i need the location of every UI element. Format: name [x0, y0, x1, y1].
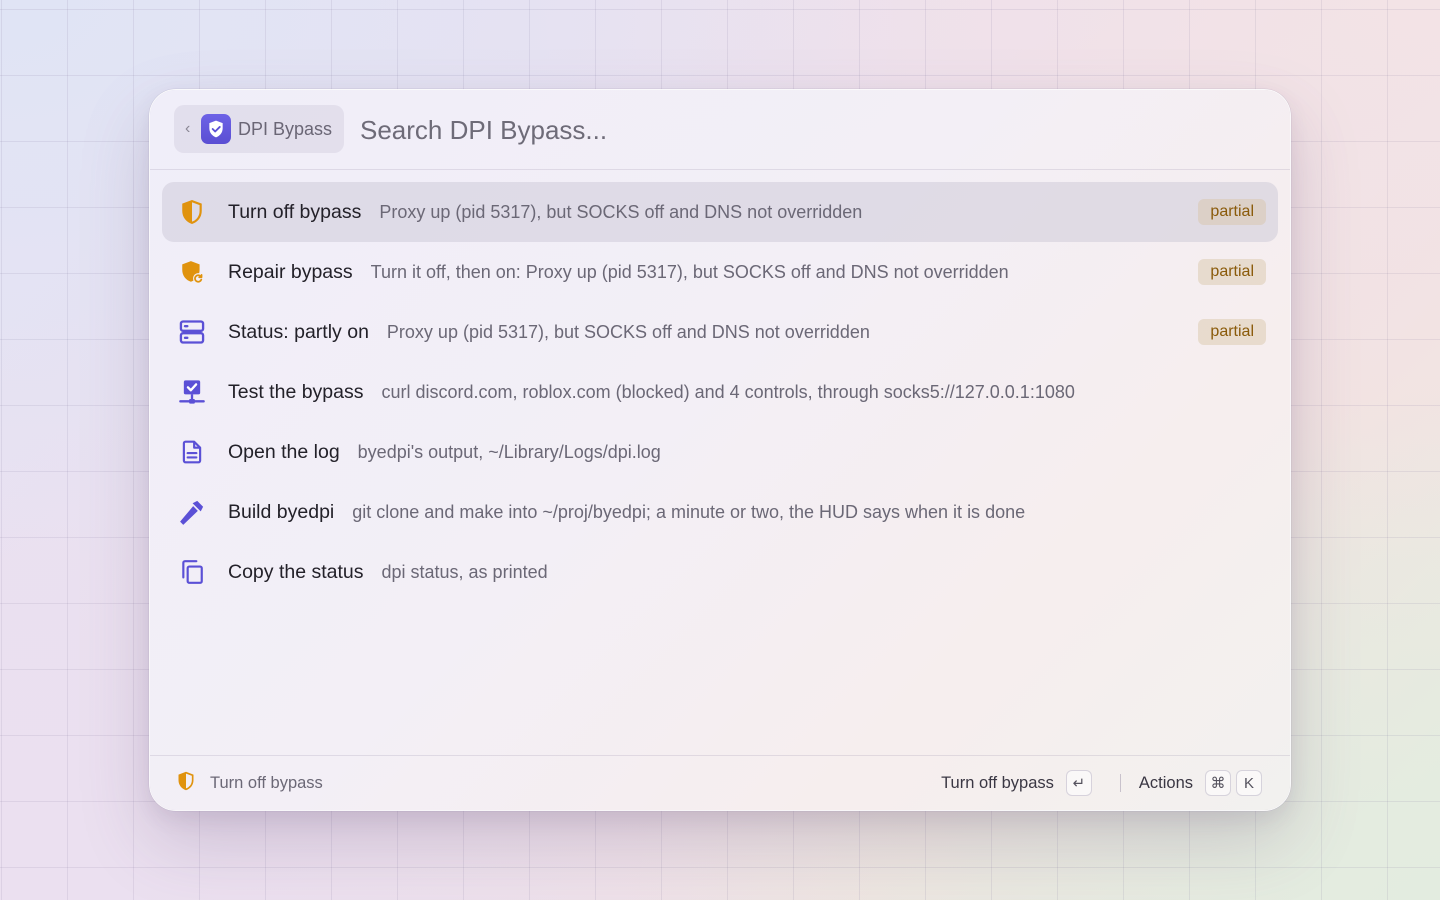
list-item[interactable]: Test the bypass curl discord.com, roblox.…	[162, 362, 1278, 422]
footer-divider	[1119, 774, 1121, 792]
footer-context: Turn off bypass	[176, 756, 323, 810]
footer-bar: Turn off bypass Turn off bypass ↵ Action…	[150, 755, 1290, 810]
item-title: Build byedpi	[228, 500, 335, 523]
item-title: Status: partly on	[228, 320, 369, 343]
k-key-hint: K	[1236, 770, 1262, 796]
item-subtitle: Proxy up (pid 5317), but SOCKS off and D…	[386, 321, 870, 342]
status-badge: partial	[1198, 199, 1266, 225]
item-title: Repair bypass	[228, 260, 353, 283]
item-subtitle: git clone and make into ~/proj/byedpi; a…	[352, 501, 1026, 522]
enter-key-hint: ↵	[1065, 770, 1092, 796]
status-badge: partial	[1198, 319, 1266, 345]
item-title: Open the log	[228, 440, 340, 463]
shield-half-icon	[176, 771, 196, 796]
item-subtitle: Proxy up (pid 5317), but SOCKS off and D…	[379, 201, 863, 222]
back-button[interactable]: ‹ DPI Bypass	[174, 105, 344, 153]
actions-button[interactable]: Actions	[1139, 774, 1193, 793]
list-item[interactable]: Open the log byedpi's output, ~/Library/L…	[162, 422, 1278, 482]
shield-half-icon	[177, 197, 207, 227]
chevron-left-icon: ‹	[185, 120, 191, 137]
shield-repair-icon	[177, 257, 207, 287]
document-icon	[177, 437, 207, 467]
shield-check-icon	[201, 114, 231, 144]
footer-actions: Turn off bypass ↵ Actions ⌘ K	[941, 756, 1262, 810]
command-key-hint: ⌘	[1205, 770, 1231, 796]
item-subtitle: byedpi's output, ~/Library/Logs/dpi.log	[357, 441, 661, 462]
extension-name: DPI Bypass	[238, 118, 333, 139]
item-title: Copy the status	[228, 560, 364, 583]
list-item[interactable]: Repair bypass Turn it off, then on: Proxy…	[162, 242, 1278, 302]
list-item[interactable]: Status: partly on Proxy up (pid 5317), bu…	[162, 302, 1278, 362]
footer-context-label: Turn off bypass	[210, 773, 323, 792]
network-check-icon	[177, 377, 207, 407]
item-title: Turn off bypass	[228, 200, 362, 223]
item-subtitle: Turn it off, then on: Proxy up (pid 5317…	[370, 261, 1009, 282]
list-item[interactable]: Build byedpi git clone and make into ~/pr…	[162, 482, 1278, 542]
item-subtitle: dpi status, as printed	[381, 561, 548, 582]
list-item[interactable]: Copy the status dpi status, as printed	[162, 542, 1278, 602]
list-item[interactable]: Turn off bypass Proxy up (pid 5317), but …	[162, 182, 1278, 242]
server-icon	[177, 317, 207, 347]
header: ‹ DPI Bypass	[150, 90, 1290, 170]
command-list: Turn off bypass Proxy up (pid 5317), but …	[162, 182, 1278, 602]
status-badge: partial	[1198, 259, 1266, 285]
copy-icon	[177, 557, 207, 587]
item-subtitle: curl discord.com, roblox.com (blocked) a…	[381, 381, 1075, 402]
search-input[interactable]	[360, 110, 1060, 150]
primary-action-button[interactable]: Turn off bypass	[941, 774, 1054, 793]
command-window: ‹ DPI Bypass Turn off bypass Proxy up (pi…	[150, 90, 1290, 810]
hammer-icon	[177, 497, 207, 527]
item-title: Test the bypass	[228, 380, 364, 403]
